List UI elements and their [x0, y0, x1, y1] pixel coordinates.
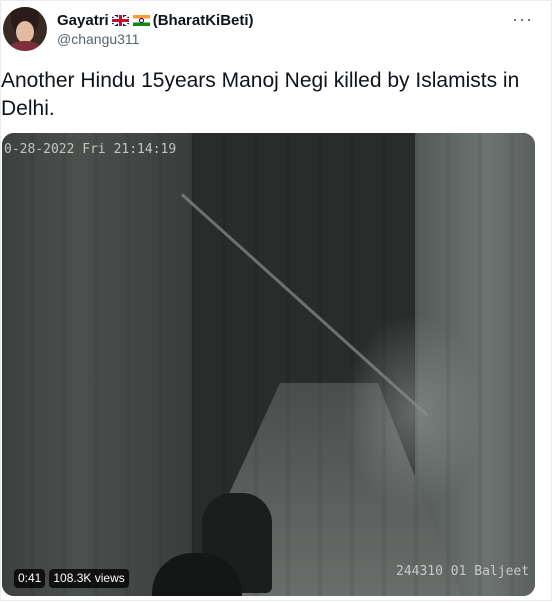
author-avatar[interactable]: [3, 7, 47, 51]
video-views-badge: 108.3K views: [49, 569, 129, 588]
cctv-timestamp: 0-28-2022 Fri 21:14:19: [4, 142, 177, 157]
author-name[interactable]: Gayatri: [57, 12, 109, 29]
video-frame: [2, 133, 535, 596]
video-duration-badge: 0:41: [14, 569, 46, 588]
tweet-text: Another Hindu 15years Manoj Negi killed …: [1, 69, 520, 120]
video-player[interactable]: 0-28-2022 Fri 21:14:19 244310 01 Baljeet…: [2, 133, 535, 596]
author-handle[interactable]: @changu311: [57, 31, 139, 47]
india-flag-icon: [132, 14, 150, 26]
tweet-card[interactable]: Gayatri (BharatKiBeti) @changu311 ··· An…: [0, 0, 552, 601]
video-badges: 0:41 108.3K views: [14, 569, 129, 588]
author-name-suffix[interactable]: (BharatKiBeti): [153, 12, 254, 29]
more-options-icon[interactable]: ···: [512, 9, 533, 30]
uk-flag-icon: [111, 14, 129, 26]
author-name-row[interactable]: Gayatri (BharatKiBeti): [57, 11, 254, 29]
cctv-camera-label: 244310 01 Baljeet M: [396, 564, 535, 579]
